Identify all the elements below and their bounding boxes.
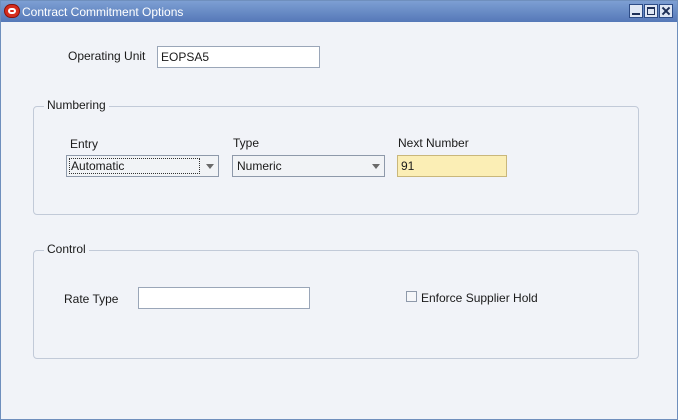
type-select[interactable]: Numeric	[232, 155, 385, 177]
chevron-down-icon[interactable]	[372, 164, 380, 169]
close-button[interactable]	[659, 4, 673, 18]
next-number-label: Next Number	[398, 136, 469, 150]
numbering-legend: Numbering	[44, 98, 109, 112]
enforce-supplier-hold-label[interactable]: Enforce Supplier Hold	[421, 291, 538, 305]
rate-type-field[interactable]	[138, 287, 310, 309]
title-bar[interactable]: Contract Commitment Options	[1, 1, 677, 22]
minimize-button[interactable]	[629, 4, 643, 18]
window-title: Contract Commitment Options	[22, 5, 184, 19]
entry-value: Automatic	[71, 159, 125, 173]
enforce-supplier-hold-checkbox[interactable]	[406, 291, 417, 302]
maximize-button[interactable]	[644, 4, 658, 18]
chevron-down-icon[interactable]	[206, 164, 214, 169]
operating-unit-field[interactable]	[157, 46, 320, 68]
entry-select[interactable]: Automatic	[66, 155, 219, 177]
oracle-logo-icon	[4, 4, 20, 18]
type-value: Numeric	[237, 159, 282, 173]
next-number-field[interactable]	[397, 155, 507, 177]
control-group: Control	[33, 242, 639, 359]
rate-type-label: Rate Type	[64, 292, 119, 306]
minimize-icon	[632, 13, 640, 15]
type-label: Type	[233, 136, 260, 150]
contract-commitment-options-window: Contract Commitment Options Operating Un…	[0, 0, 678, 420]
maximize-icon	[647, 7, 655, 15]
operating-unit-label: Operating Unit	[68, 49, 146, 63]
entry-label: Entry	[70, 137, 99, 151]
control-legend: Control	[44, 242, 89, 256]
